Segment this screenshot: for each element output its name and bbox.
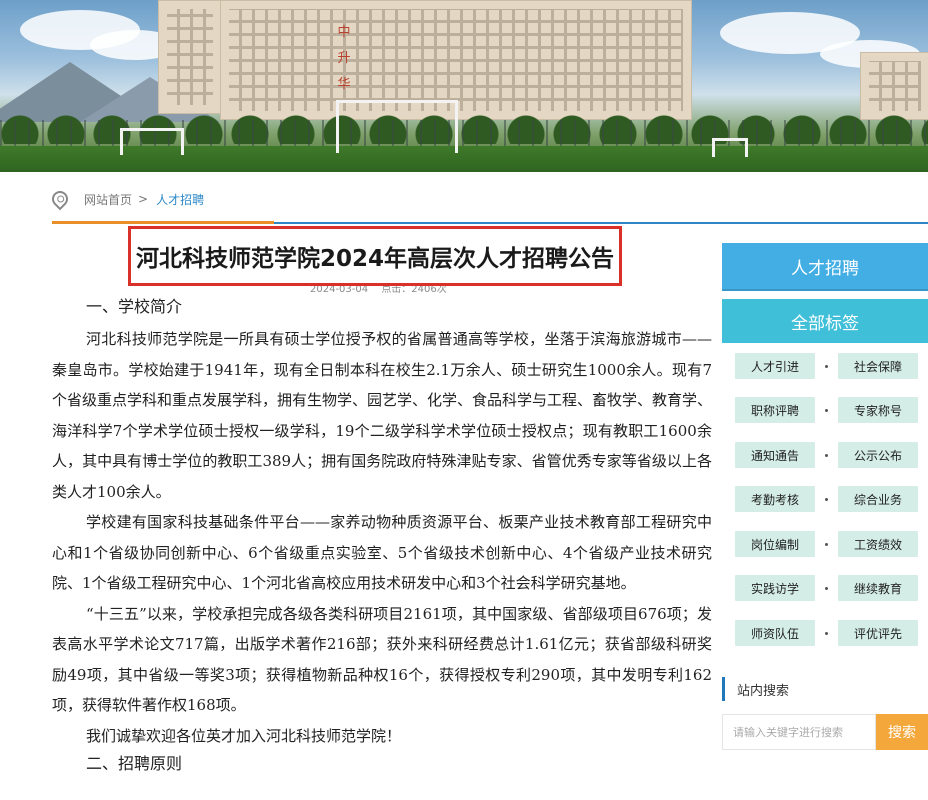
site-search-header: 站内搜索 (722, 676, 789, 702)
paragraph-welcome: 我们诚挚欢迎各位英才加入河北科技师范学院！ (86, 726, 402, 745)
location-pin-icon (48, 187, 72, 211)
separator-dot (825, 498, 828, 501)
breadcrumb-home-link[interactable]: 网站首页 (84, 191, 132, 208)
tag-item[interactable]: 专家称号 (838, 397, 918, 423)
soccer-goal-far (712, 138, 748, 157)
tag-list: 人才引进 社会保障 职称评聘 专家称号 通知通告 公示公布 考勤考核 综合业务 … (722, 343, 928, 663)
sidebar-tags-header: 全部标签 (722, 299, 928, 343)
search-button[interactable]: 搜索 (876, 714, 928, 750)
tag-item[interactable]: 综合业务 (838, 486, 918, 512)
tag-item[interactable]: 岗位编制 (735, 531, 815, 557)
paragraph-intro: 河北科技师范学院是一所具有硕士学位授予权的省属普通高等学校，坐落于滨海旅游城市—… (52, 330, 713, 501)
article-title: 河北科技师范学院2024年高层次人才招聘公告 (135, 246, 614, 272)
hero-banner: 中升华 (0, 0, 928, 172)
tag-item[interactable]: 人才引进 (735, 353, 815, 379)
paragraph-platforms: 学校建有国家科技基础条件平台——家养动物种质资源平台、板栗产业技术教育部工程研究… (52, 513, 712, 592)
search-header-accent (722, 677, 725, 701)
soccer-goal (336, 100, 458, 153)
building-sign: 中升华 (337, 25, 351, 92)
separator-dot (825, 632, 828, 635)
tag-item[interactable]: 职称评聘 (735, 397, 815, 423)
breadcrumb-separator: > (138, 192, 149, 206)
separator-dot (825, 543, 828, 546)
separator-dot (825, 587, 828, 590)
tag-item[interactable]: 工资绩效 (838, 531, 918, 557)
article-title-box: 河北科技师范学院2024年高层次人才招聘公告 (128, 226, 622, 286)
soccer-goal-small (120, 128, 184, 155)
tag-item[interactable]: 社会保障 (838, 353, 918, 379)
separator-dot (825, 365, 828, 368)
breadcrumb-current[interactable]: 人才招聘 (156, 191, 204, 208)
breadcrumb: 网站首页 > 人才招聘 (48, 187, 204, 211)
divider-line (274, 222, 928, 224)
tag-item[interactable]: 继续教育 (838, 575, 918, 601)
sidebar-recruit-header[interactable]: 人才招聘 (722, 243, 928, 291)
tag-item[interactable]: 师资队伍 (735, 620, 815, 646)
tag-item[interactable]: 评优评先 (838, 620, 918, 646)
paragraph-research: “十三五”以来，学校承担完成各级各类科研项目2161项，其中国家级、省部级项目6… (52, 604, 712, 715)
article-body: 一、学校简介 河北科技师范学院是一所具有硕士学位授予权的省属普通高等学校，坐落于… (52, 296, 712, 781)
section-heading-intro: 一、学校简介 (86, 297, 183, 316)
tag-item[interactable]: 通知通告 (735, 442, 815, 468)
separator-dot (825, 454, 828, 457)
tag-item[interactable]: 考勤考核 (735, 486, 815, 512)
tag-item[interactable]: 实践访学 (735, 575, 815, 601)
separator-dot (825, 409, 828, 412)
divider-accent (52, 221, 274, 224)
tag-item[interactable]: 公示公布 (838, 442, 918, 468)
search-input[interactable] (722, 714, 876, 750)
site-search-title: 站内搜索 (737, 683, 790, 699)
section-heading-principles: 二、招聘原则 (86, 754, 183, 773)
